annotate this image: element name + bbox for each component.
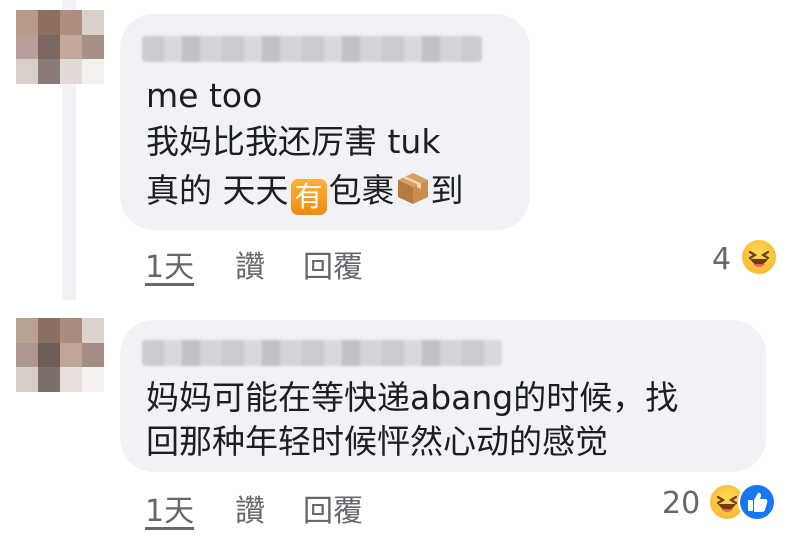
comment-actions: 1天 讚 回覆	[145, 486, 445, 529]
comment-text-line: me too	[146, 76, 263, 115]
comment-actions: 1天 讚 回覆	[145, 242, 445, 285]
comment-bubble: me too 我妈比我还厉害 tuk 真的 天天有包裹到	[120, 14, 530, 230]
laughing-emoji-icon[interactable]	[740, 238, 778, 276]
you-emoji-badge: 有	[290, 179, 327, 215]
comment-text-line: 回那种年轻时候怦然心动的感觉	[146, 422, 608, 461]
reaction-count[interactable]: 20	[662, 486, 700, 521]
reply-button[interactable]: 回覆	[303, 486, 363, 530]
commenter-name-blurred[interactable]	[142, 36, 482, 62]
comment-text-line: 我妈比我还厉害 tuk	[146, 122, 441, 161]
like-emoji-icon[interactable]	[738, 483, 776, 521]
reply-button[interactable]: 回覆	[303, 242, 363, 286]
avatar[interactable]	[16, 318, 104, 392]
timestamp-link[interactable]: 1天	[145, 242, 194, 286]
avatar[interactable]	[16, 10, 104, 84]
reaction-count[interactable]: 4	[712, 242, 731, 277]
comment-text-line: 妈妈可能在等快递abang的时候，找	[146, 378, 679, 417]
like-button[interactable]: 讚	[235, 242, 265, 286]
comment-text-line: 真的 天天有包裹到	[146, 170, 464, 215]
commenter-name-blurred[interactable]	[142, 340, 502, 366]
timestamp-link[interactable]: 1天	[145, 486, 194, 530]
like-button[interactable]: 讚	[235, 486, 265, 530]
comment-bubble: 妈妈可能在等快递abang的时候，找 回那种年轻时候怦然心动的感觉	[120, 320, 766, 472]
package-icon	[395, 170, 431, 215]
